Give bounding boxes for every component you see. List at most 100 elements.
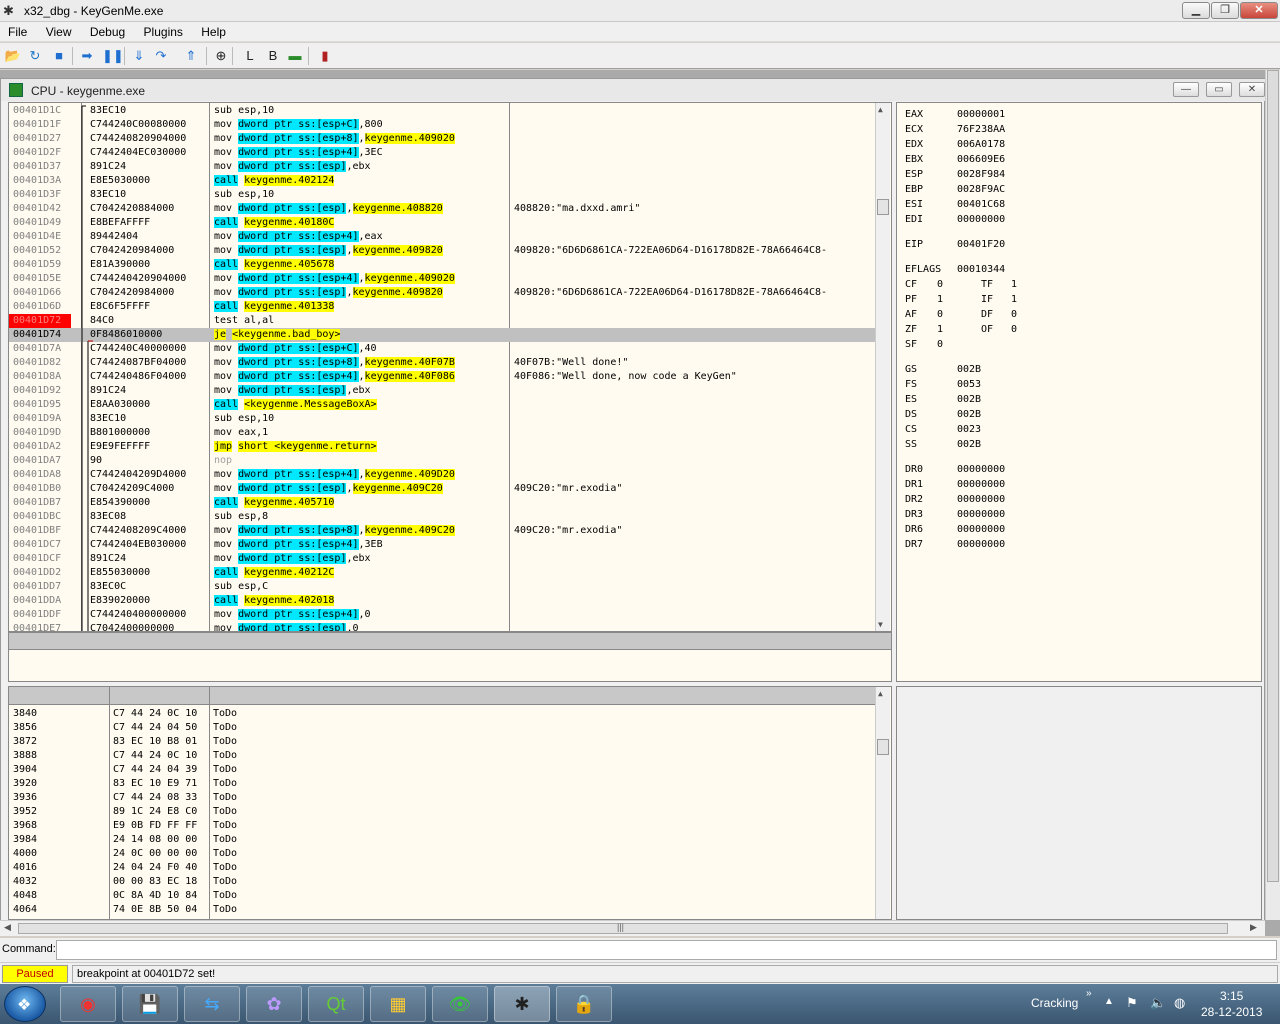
- action-center-icon[interactable]: ⚑: [1126, 995, 1138, 1011]
- disasm-row[interactable]: 00401DBC 83EC08 sub esp,8: [9, 510, 875, 524]
- address-cell[interactable]: 00401D1F: [13, 118, 61, 132]
- address-cell[interactable]: 00401D1C: [13, 104, 61, 118]
- address-cell[interactable]: 00401DA7: [13, 454, 61, 468]
- dump-row[interactable]: 4016 24 04 24 F0 40 ToDo: [9, 861, 875, 875]
- address-cell[interactable]: 00401D3A: [13, 174, 61, 188]
- disasm-row[interactable]: 00401DB0 C70424209C4000 mov dword ptr ss:[…: [9, 482, 875, 496]
- disasm-row[interactable]: 00401D1F C744240C00080000 mov dword ptr ss…: [9, 118, 875, 132]
- registers-view[interactable]: EAX 00000001 ECX 76F238AA EDX 006A0178 EBX 0066…: [896, 102, 1262, 682]
- address-cell[interactable]: 00401D49: [13, 216, 61, 230]
- disasm-row[interactable]: 00401D66 C7042420984000 mov dword ptr ss:[…: [9, 286, 875, 300]
- address-cell[interactable]: 00401D6D: [13, 300, 61, 314]
- dump-row[interactable]: 3872 83 EC 10 B8 01 ToDo: [9, 735, 875, 749]
- disasm-row[interactable]: 00401D52 C7042420984000 mov dword ptr ss:[…: [9, 244, 875, 258]
- disasm-row[interactable]: 00401D5E C744240420904000 mov dword ptr ss…: [9, 272, 875, 286]
- disasm-row[interactable]: 00401DE7 C7042400000000 mov dword ptr ss:[…: [9, 622, 875, 631]
- breakpoints-icon[interactable]: B: [264, 47, 282, 65]
- address-cell[interactable]: 00401D37: [13, 160, 61, 174]
- register-value[interactable]: 00000000: [957, 509, 1005, 520]
- stop-icon[interactable]: ■: [50, 47, 68, 65]
- dump-row[interactable]: 4000 24 0C 00 00 00 ToDo: [9, 847, 875, 861]
- address-cell[interactable]: 00401D5E: [13, 272, 61, 286]
- dump-row[interactable]: 3904 C7 44 24 04 39 ToDo: [9, 763, 875, 777]
- dump-row[interactable]: 3952 89 1C 24 E8 C0 ToDo: [9, 805, 875, 819]
- disasm-row[interactable]: 00401DB7 E854390000 call keygenme.405710: [9, 496, 875, 510]
- execute-till-return-icon[interactable]: ⇑: [182, 47, 200, 65]
- register-value[interactable]: 1: [1011, 294, 1017, 305]
- scrollbar-thumb[interactable]: [1267, 70, 1279, 882]
- dump-row[interactable]: 3920 83 EC 10 E9 71 ToDo: [9, 777, 875, 791]
- register-value[interactable]: 002B: [957, 364, 981, 375]
- address-cell[interactable]: 00401DB0: [13, 482, 61, 496]
- address-cell[interactable]: 00401D3F: [13, 188, 61, 202]
- chevron-icon[interactable]: »: [1086, 988, 1092, 999]
- address-cell[interactable]: 00401D2F: [13, 146, 61, 160]
- close-button[interactable]: ✕: [1240, 2, 1278, 19]
- address-cell[interactable]: 00401DDF: [13, 608, 61, 622]
- address-cell[interactable]: 00401D72: [9, 314, 71, 328]
- dump-row[interactable]: 3984 24 14 08 00 00 ToDo: [9, 833, 875, 847]
- register-value[interactable]: 1: [937, 324, 943, 335]
- address-cell[interactable]: 00401D9A: [13, 412, 61, 426]
- clock-date[interactable]: 28-12-2013: [1201, 1005, 1262, 1019]
- disasm-row[interactable]: 00401DA7 90 nop: [9, 454, 875, 468]
- disasm-row[interactable]: 00401D92 891C24 mov dword ptr ss:[esp],ebx: [9, 384, 875, 398]
- menu-file[interactable]: File: [0, 22, 34, 39]
- memory-map-icon[interactable]: ▬: [286, 47, 304, 65]
- stack-view[interactable]: [896, 686, 1262, 920]
- address-cell[interactable]: 00401DB7: [13, 496, 61, 510]
- register-value[interactable]: 1: [1011, 279, 1017, 290]
- register-value[interactable]: 76F238AA: [957, 124, 1005, 135]
- address-cell[interactable]: 00401DE7: [13, 622, 61, 631]
- register-value[interactable]: 006609E6: [957, 154, 1005, 165]
- disasm-row[interactable]: 00401D6D E8C6F5FFFF call keygenme.401338: [9, 300, 875, 314]
- chrome-icon[interactable]: ◉: [60, 986, 116, 1022]
- dump-row[interactable]: 3856 C7 44 24 04 50 ToDo: [9, 721, 875, 735]
- disasm-row[interactable]: 00401D2F C7442404EC030000 mov dword ptr ss…: [9, 146, 875, 160]
- disasm-row[interactable]: 00401D72 84C0 test al,al: [9, 314, 875, 328]
- address-cell[interactable]: 00401D4E: [13, 230, 61, 244]
- disasm-row[interactable]: 00401D9D B801000000 mov eax,1: [9, 426, 875, 440]
- disasm-row[interactable]: 00401D42 C7042420884000 mov dword ptr ss:[…: [9, 202, 875, 216]
- disasm-row[interactable]: 00401D1C 83EC10 sub esp,10: [9, 104, 875, 118]
- register-value[interactable]: 00000000: [957, 494, 1005, 505]
- show-hidden-icons-icon[interactable]: ▲: [1104, 996, 1114, 1007]
- register-value[interactable]: 002B: [957, 409, 981, 420]
- disasm-row[interactable]: 00401DD7 83EC0C sub esp,C: [9, 580, 875, 594]
- address-cell[interactable]: 00401D92: [13, 384, 61, 398]
- scrollbar-thumb[interactable]: [877, 739, 889, 755]
- dump-scrollbar[interactable]: ▲: [875, 687, 890, 919]
- start-button[interactable]: ❖: [4, 986, 46, 1022]
- menu-view[interactable]: View: [38, 22, 79, 39]
- maximize-button[interactable]: ❐: [1211, 2, 1239, 19]
- register-value[interactable]: 00000000: [957, 524, 1005, 535]
- disasm-row[interactable]: 00401D7A C744240C40000000 mov dword ptr ss…: [9, 342, 875, 356]
- disasm-row[interactable]: 00401D82 C74424087BF04000 mov dword ptr ss…: [9, 356, 875, 370]
- address-cell[interactable]: 00401DA8: [13, 468, 61, 482]
- minimize-button[interactable]: ▁: [1182, 2, 1210, 19]
- register-value[interactable]: 006A0178: [957, 139, 1005, 150]
- disasm-row[interactable]: 00401D3A E8E5030000 call keygenme.402124: [9, 174, 875, 188]
- address-cell[interactable]: 00401DBF: [13, 524, 61, 538]
- register-value[interactable]: 00010344: [957, 264, 1005, 275]
- register-value[interactable]: 0: [937, 279, 943, 290]
- cpu-restore-button[interactable]: ▭: [1206, 82, 1232, 97]
- volume-icon[interactable]: 🔈: [1150, 995, 1166, 1011]
- address-cell[interactable]: 00401D42: [13, 202, 61, 216]
- teamviewer-icon[interactable]: ⇆: [184, 986, 240, 1022]
- address-cell[interactable]: 00401D66: [13, 286, 61, 300]
- disasm-row[interactable]: 00401D74 0F8486010000 je <keygenme.bad_boy…: [9, 328, 875, 342]
- target-icon[interactable]: ⊕: [212, 47, 230, 65]
- windows-flag-icon[interactable]: ▦: [370, 986, 426, 1022]
- register-value[interactable]: 00401F20: [957, 239, 1005, 250]
- disasm-row[interactable]: 00401DBF C7442408209C4000 mov dword ptr ss…: [9, 524, 875, 538]
- bug-icon[interactable]: ✱: [494, 986, 550, 1022]
- address-cell[interactable]: 00401DA2: [13, 440, 61, 454]
- disasm-row[interactable]: 00401DA8 C7442404209D4000 mov dword ptr ss…: [9, 468, 875, 482]
- address-cell[interactable]: 00401DBC: [13, 510, 61, 524]
- cpu-close-button[interactable]: ✕: [1239, 82, 1265, 97]
- register-value[interactable]: 1: [937, 294, 943, 305]
- dump-row[interactable]: 4048 0C 8A 4D 10 84 ToDo: [9, 889, 875, 903]
- cpu-minimize-button[interactable]: —: [1173, 82, 1199, 97]
- disasm-row[interactable]: 00401DCF 891C24 mov dword ptr ss:[esp],ebx: [9, 552, 875, 566]
